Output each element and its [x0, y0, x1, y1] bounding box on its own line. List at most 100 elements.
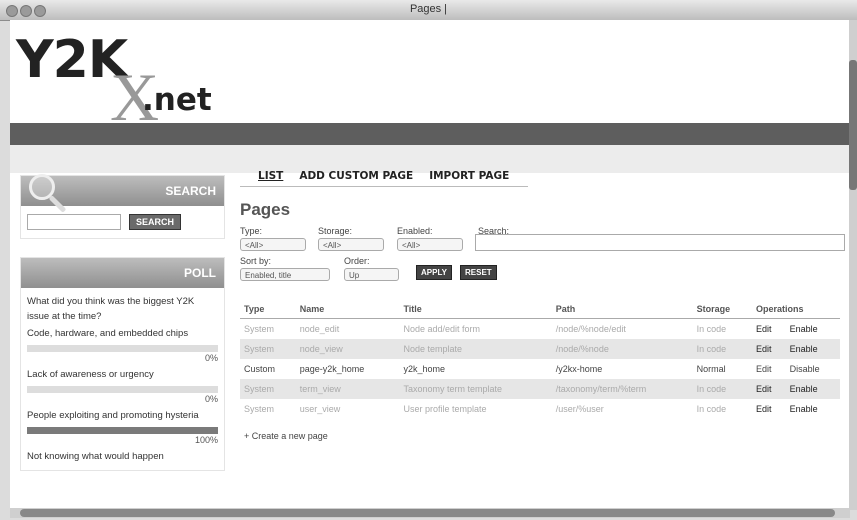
search-filter-input[interactable] — [475, 234, 845, 251]
enable-link[interactable]: Enable — [785, 339, 840, 359]
poll-body: What did you think was the biggest Y2K i… — [21, 288, 224, 470]
poll-choice-label: Code, hardware, and embedded chips — [27, 328, 189, 339]
cell-type: Custom — [244, 364, 276, 374]
create-new-page-link[interactable]: + Create a new page — [240, 431, 840, 441]
table-row: System node_edit Node add/edit form /nod… — [240, 319, 840, 340]
cell-title: Taxonomy term template — [399, 379, 552, 399]
table-row: System node_view Node template /node/%no… — [240, 339, 840, 359]
cell-path: /node/%node — [551, 339, 693, 359]
cell-title: y2k_home — [403, 364, 445, 374]
cell-storage: Normal — [696, 364, 726, 374]
type-filter-label: Type: — [240, 226, 263, 236]
enabled-select[interactable]: <All> — [397, 238, 463, 251]
table-row: System user_view User profile template /… — [240, 399, 840, 419]
cell-title: User profile template — [403, 404, 487, 414]
apply-button[interactable]: APPLY — [416, 265, 452, 280]
poll-percent: 0% — [204, 394, 218, 404]
column-header-type[interactable]: Type — [240, 300, 296, 319]
poll-choice: Not knowing what would happen — [27, 449, 218, 464]
order-select[interactable]: Up — [344, 268, 399, 281]
browser-window: Pages | Y2K X .net SEARCH SEARCH POLL Wh… — [0, 0, 857, 520]
cell-path: /y2kx-home — [555, 364, 603, 374]
sidebar: SEARCH SEARCH POLL What did you think wa… — [20, 174, 225, 471]
poll-choice-label: Not knowing what would happen — [27, 451, 164, 462]
cell-name: node_view — [295, 339, 400, 359]
horizontal-scrollbar[interactable] — [10, 508, 850, 518]
cell-storage: In code — [696, 324, 727, 334]
cell-name: page-y2k_home — [299, 364, 365, 374]
cell-path: /node/%node/edit — [555, 324, 626, 334]
search-heading: SEARCH — [165, 184, 216, 198]
edit-link[interactable]: Edit — [751, 339, 786, 359]
storage-select[interactable]: <All> — [318, 238, 384, 251]
sortby-label: Sort by: — [240, 256, 272, 266]
tab-list[interactable]: LIST — [258, 170, 283, 182]
table-row: System term_view Taxonomy term template … — [240, 379, 840, 399]
poll-choice: People exploiting and promoting hysteria… — [27, 408, 218, 447]
cell-storage: In code — [692, 379, 752, 399]
enable-link[interactable]: Enable — [786, 399, 840, 419]
search-form: SEARCH — [21, 206, 224, 238]
poll-choice: Lack of awareness or urgency 0% — [27, 367, 218, 406]
poll-block-header: POLL — [21, 258, 224, 288]
vertical-scroll-thumb[interactable] — [849, 60, 857, 190]
page-title: Pages — [240, 200, 291, 219]
filter-row-1: Type: <All> Storage: <All> Enabled: <All… — [240, 226, 845, 256]
cell-title: Node template — [399, 339, 552, 359]
search-block: SEARCH SEARCH — [20, 174, 225, 239]
primary-nav-bar — [10, 123, 850, 145]
pages-table: Type Name Title Path Storage Operations … — [240, 300, 840, 419]
column-header-operations: Operations — [751, 300, 840, 319]
column-header-storage[interactable]: Storage — [692, 300, 752, 319]
edit-link[interactable]: Edit — [751, 379, 786, 399]
cell-type: System — [240, 379, 296, 399]
cell-title: Node add/edit form — [403, 324, 481, 334]
poll-choice-label: Lack of awareness or urgency — [27, 369, 154, 380]
enable-link[interactable]: Enable — [785, 379, 840, 399]
poll-percent: 0% — [204, 353, 218, 363]
type-select[interactable]: <All> — [240, 238, 306, 251]
column-header-path[interactable]: Path — [551, 300, 693, 319]
vertical-scrollbar[interactable] — [849, 20, 857, 510]
horizontal-scroll-thumb[interactable] — [20, 509, 835, 517]
tab-import-page[interactable]: IMPORT PAGE — [429, 170, 509, 182]
cell-name: term_view — [295, 379, 400, 399]
poll-choice-label: People exploiting and promoting hysteria — [27, 410, 199, 421]
cell-type: System — [244, 404, 275, 414]
secondary-nav-bar — [10, 145, 850, 173]
edit-link[interactable]: Edit — [752, 399, 786, 419]
cell-storage: In code — [692, 339, 752, 359]
storage-filter-label: Storage: — [318, 226, 353, 236]
disable-link[interactable]: Disable — [786, 359, 840, 379]
cell-type: System — [240, 339, 296, 359]
table-row: Custom page-y2k_home y2k_home /y2kx-home… — [240, 359, 840, 379]
page-content: Y2K X .net SEARCH SEARCH POLL What did y… — [10, 20, 850, 508]
edit-link[interactable]: Edit — [752, 319, 786, 340]
cell-type: System — [244, 324, 275, 334]
tab-add-custom-page[interactable]: ADD CUSTOM PAGE — [299, 170, 413, 182]
cell-path: /user/%user — [555, 404, 604, 414]
cell-name: user_view — [299, 404, 341, 414]
poll-question: What did you think was the biggest Y2K i… — [27, 296, 195, 322]
enable-link[interactable]: Enable — [786, 319, 840, 340]
table-header-row: Type Name Title Path Storage Operations — [240, 300, 840, 319]
sidebar-search-button[interactable]: SEARCH — [129, 214, 182, 230]
column-header-name[interactable]: Name — [295, 300, 400, 319]
sidebar-search-input[interactable] — [27, 214, 121, 230]
reset-button[interactable]: RESET — [460, 265, 497, 280]
poll-heading: POLL — [184, 266, 216, 280]
column-header-title[interactable]: Title — [399, 300, 552, 319]
poll-bar-fill — [27, 427, 218, 434]
filter-row-2: Sort by: Enabled, title Order: Up APPLY … — [240, 256, 840, 286]
poll-percent: 100% — [194, 435, 218, 445]
sortby-select[interactable]: Enabled, title — [240, 268, 330, 281]
tab-bar: LIST ADD CUSTOM PAGE IMPORT PAGE — [240, 170, 528, 187]
edit-link[interactable]: Edit — [752, 359, 786, 379]
poll-choice: Code, hardware, and embedded chips 0% — [27, 326, 218, 365]
cell-storage: In code — [696, 404, 727, 414]
poll-block: POLL What did you think was the biggest … — [20, 257, 225, 471]
site-header: Y2K X .net — [10, 20, 850, 135]
poll-bar — [27, 386, 218, 393]
logo-net-text[interactable]: .net — [142, 82, 212, 118]
search-block-header: SEARCH — [21, 174, 224, 213]
